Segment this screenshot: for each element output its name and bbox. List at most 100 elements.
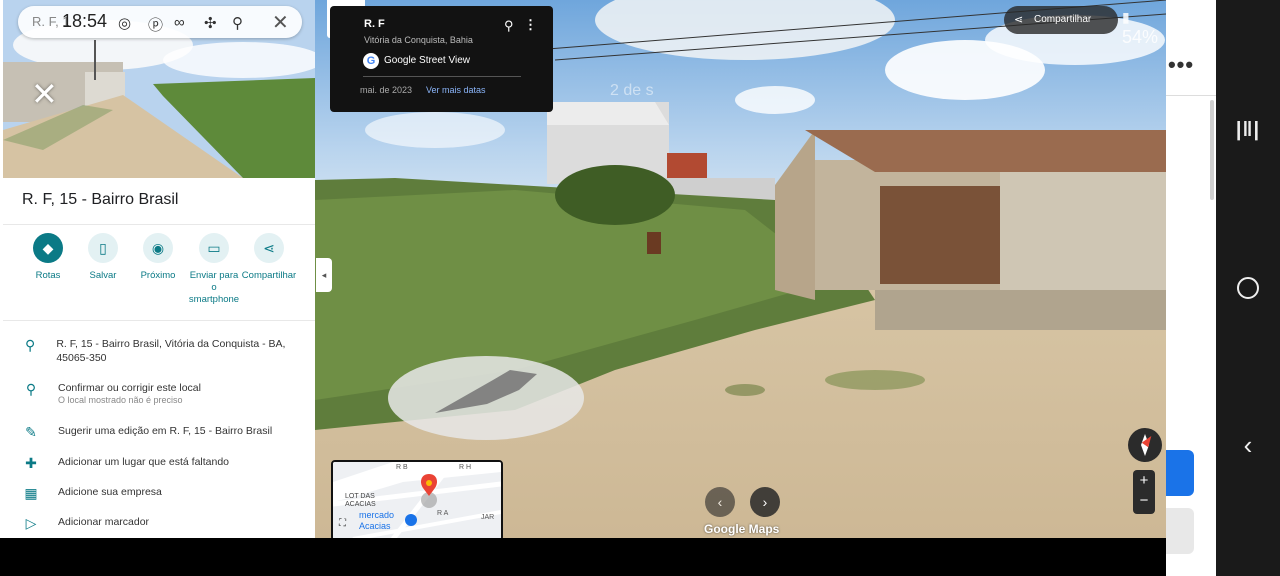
map-label: R H — [459, 464, 472, 471]
location-pin-icon[interactable]: ⚲ — [504, 18, 514, 34]
background-page-strip: ••• — [1166, 0, 1216, 576]
collapse-panel-button[interactable]: ◂ — [316, 258, 332, 292]
share-button[interactable]: ⋖ Compartilhar — [1004, 6, 1118, 34]
compass-button[interactable] — [1128, 428, 1162, 462]
add-place-text: Adicionar um lugar que está faltando — [58, 456, 230, 468]
clock-time: 18:54 — [62, 11, 108, 31]
edit-pencil-icon: ✎ — [25, 424, 37, 440]
close-thumbnail-icon[interactable]: ✕ — [31, 78, 58, 110]
add-business-text: Adicione sua empresa — [58, 486, 162, 498]
zoom-out-button[interactable]: − — [1133, 492, 1155, 514]
battery-indicator: ▮ 54% — [1122, 6, 1166, 48]
divider — [363, 76, 521, 77]
action-label: Enviar para o smartphone — [188, 270, 240, 305]
chevron-left-icon: ◂ — [321, 269, 327, 280]
suggest-edit-text: Sugerir uma edição em R. F, 15 - Bairro … — [58, 425, 273, 437]
voicemail-icon: ∞ — [174, 14, 185, 31]
chevron-right-icon: › — [762, 494, 768, 510]
add-business-icon: ▦ — [24, 485, 38, 501]
instagram-icon: ◎ — [118, 15, 132, 32]
action-rotas[interactable]: ◆ Rotas — [20, 233, 76, 282]
compass-icon — [1141, 434, 1152, 456]
map-label: ACACIAS — [345, 501, 376, 508]
action-label: Salvar — [89, 270, 117, 281]
street-view-info-card: R. F Vitória da Conquista, Bahia G Googl… — [330, 6, 553, 112]
faded-date-text: 2 de s — [610, 82, 654, 99]
bottom-black-bar — [0, 538, 1166, 576]
nearby-icon: ◉ — [143, 233, 173, 263]
search-icon[interactable]: ⚲ — [232, 14, 243, 32]
directions-icon: ◆ — [33, 233, 63, 263]
city-name: Vitória da Conquista, Bahia — [364, 35, 473, 45]
confirm-location-row[interactable]: ⚲ Confirmar ou corrigir este local O loc… — [22, 381, 312, 406]
confirm-location-sub: O local mostrado não é preciso — [58, 395, 183, 405]
pinwheel-icon: ✣ — [204, 15, 217, 32]
battery-level: 54% — [1122, 27, 1159, 47]
add-place-row[interactable]: ✚ Adicionar um lugar que está faltando — [22, 455, 312, 472]
action-label: Próximo — [140, 270, 176, 281]
blue-action-button[interactable] — [1166, 450, 1194, 496]
map-label: LOT DAS — [345, 493, 375, 500]
map-label: R B — [396, 464, 408, 471]
more-options-icon[interactable]: ⋮ — [524, 17, 537, 33]
divider — [1166, 95, 1216, 96]
add-label-row[interactable]: ▷ Adicionar marcador — [22, 515, 312, 532]
status-bar-pill: R. F, 1 18:54 ◎ ⓟ ∞ ✣ ⚲ ✕ — [18, 6, 302, 38]
back-icon: ‹ — [1243, 429, 1253, 460]
add-place-icon: ✚ — [25, 455, 37, 471]
zoom-in-button[interactable]: + — [1133, 470, 1155, 492]
map-label: JAR — [481, 514, 495, 521]
google-maps-logo: Google Maps — [704, 522, 780, 536]
more-options-icon[interactable]: ••• — [1166, 52, 1196, 78]
bookmark-icon: ▯ — [88, 233, 118, 263]
action-salvar[interactable]: ▯ Salvar — [75, 233, 131, 282]
expand-map-icon[interactable]: ⛶ — [339, 518, 346, 529]
map-label: Acacias — [359, 521, 391, 531]
action-buttons: ◆ Rotas ▯ Salvar ◉ Próximo ▭ Enviar para… — [12, 233, 312, 313]
add-label-text: Adicionar marcador — [58, 516, 150, 528]
pinterest-icon: ⓟ — [148, 17, 164, 34]
place-title: R. F, 15 - Bairro Brasil — [22, 191, 179, 208]
next-arrow-button[interactable]: › — [750, 487, 780, 517]
share-icon: ⋖ — [254, 233, 284, 263]
close-icon[interactable]: ✕ — [272, 10, 289, 35]
recent-apps-icon: |‖| — [1235, 118, 1261, 141]
scrollbar[interactable] — [1210, 100, 1214, 200]
map-label: R A — [437, 510, 449, 517]
home-icon — [1237, 277, 1259, 299]
send-to-phone-icon: ▭ — [199, 233, 229, 263]
previous-arrow-button[interactable]: ‹ — [705, 487, 735, 517]
grey-action-button[interactable] — [1166, 508, 1194, 554]
action-label: Compartilhar — [241, 270, 297, 281]
action-label: Rotas — [35, 270, 61, 281]
place-panel: ✕ R. F, 1 18:54 ◎ ⓟ ∞ ✣ ⚲ ✕ R. F, 15 - B… — [0, 0, 315, 538]
street-name: R. F — [364, 18, 385, 30]
more-dates-link[interactable]: Ver mais datas — [426, 85, 486, 95]
address-row[interactable]: ⚲ R. F, 15 - Bairro Brasil, Vitória da C… — [22, 337, 312, 365]
capture-date: mai. de 2023 — [360, 85, 413, 95]
label-icon: ▷ — [25, 515, 37, 531]
app-stage: 2 de s ✕ R. F, 1 18:54 ◎ ⓟ ∞ ✣ ⚲ ✕ R. F,… — [0, 0, 1166, 538]
zoom-control: + − — [1133, 470, 1155, 514]
map-label: mercado — [359, 510, 395, 520]
share-label: Compartilhar — [1034, 14, 1092, 25]
battery-icon: ▮ — [1122, 9, 1130, 25]
divider — [3, 320, 315, 321]
divider — [3, 224, 315, 225]
back-button[interactable]: ‹ — [1228, 425, 1268, 465]
action-enviar-smartphone[interactable]: ▭ Enviar para o smartphone — [186, 233, 242, 306]
share-icon: ⋖ — [1014, 14, 1024, 26]
home-button[interactable] — [1228, 268, 1268, 308]
suggest-edit-row[interactable]: ✎ Sugerir uma edição em R. F, 15 - Bairr… — [22, 424, 312, 441]
recent-apps-button[interactable]: |‖| — [1228, 110, 1268, 150]
add-business-row[interactable]: ▦ Adicione sua empresa — [22, 485, 312, 502]
google-logo-icon: G — [363, 53, 379, 69]
action-compartilhar[interactable]: ⋖ Compartilhar — [241, 233, 297, 282]
chevron-left-icon: ‹ — [717, 494, 723, 510]
address-text: R. F, 15 - Bairro Brasil, Vitória da Con… — [56, 338, 286, 364]
action-proximo[interactable]: ◉ Próximo — [130, 233, 186, 282]
location-check-icon: ⚲ — [25, 381, 37, 397]
street-view-brand: Google Street View — [384, 55, 470, 66]
mini-map[interactable]: R B R H LOT DAS ACACIAS mercado Acacias … — [331, 460, 503, 538]
location-pin-icon: ⚲ — [25, 337, 36, 353]
